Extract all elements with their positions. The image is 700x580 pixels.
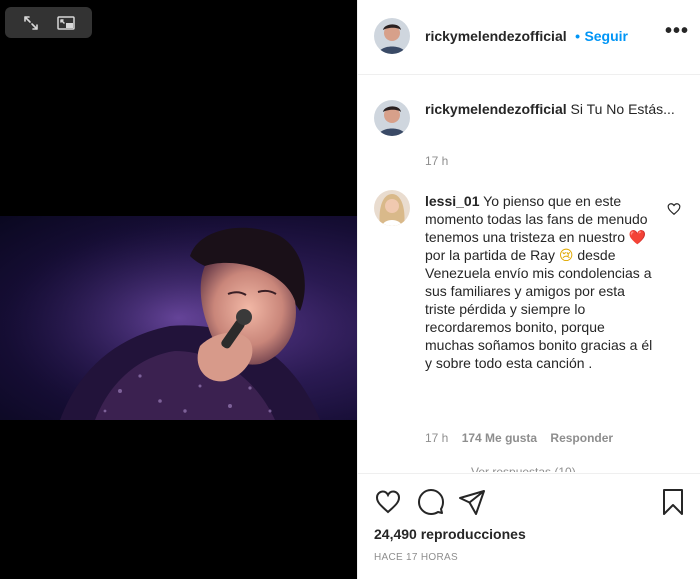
view-count[interactable]: 24,490 reproducciones xyxy=(374,526,526,542)
red-heart-emoji: ❤️ xyxy=(628,229,647,245)
post-header: rickymelendezofficial • Seguir ••• xyxy=(358,0,700,75)
sad-face-emoji: 😢 xyxy=(558,247,574,263)
caption-text-block: rickymelendezofficial Si Tu No Estás... xyxy=(425,100,675,118)
bookmark-icon[interactable] xyxy=(659,488,687,516)
header-title-row: rickymelendezofficial • Seguir xyxy=(425,28,628,46)
comment-likes[interactable]: 174 Me gusta xyxy=(462,431,537,445)
instagram-post-viewer: rickymelendezofficial • Seguir ••• ricky… xyxy=(0,0,700,579)
caption-author[interactable]: rickymelendezofficial xyxy=(425,101,567,117)
caption-avatar[interactable] xyxy=(374,100,410,136)
picture-in-picture-icon[interactable] xyxy=(56,13,76,33)
caption-timestamp[interactable]: 17 h xyxy=(425,154,448,168)
video-controls xyxy=(5,7,92,38)
comment-text-part3: desde Venezuela envío mis condolencias a… xyxy=(425,247,653,371)
post-side-panel: rickymelendezofficial • Seguir ••• ricky… xyxy=(357,0,700,579)
fullscreen-icon[interactable] xyxy=(21,13,41,33)
comment-meta: 17 h 174 Me gusta Responder xyxy=(425,431,613,445)
comment-text-block: lessi_01 Yo pienso que en este momento t… xyxy=(425,192,657,372)
view-replies-link[interactable]: Ver respuestas (10) xyxy=(471,464,576,472)
comment-text-part2: por la partida de Ray xyxy=(425,247,555,263)
comment-like-heart-icon[interactable] xyxy=(667,202,681,216)
video-frame xyxy=(0,216,357,420)
follow-separator: • xyxy=(575,28,580,44)
comment-icon[interactable] xyxy=(417,488,445,516)
commenter-username[interactable]: lessi_01 xyxy=(425,193,480,209)
more-options-icon[interactable]: ••• xyxy=(665,21,689,46)
caption-text: Si Tu No Estás... xyxy=(570,101,675,117)
comment-timestamp[interactable]: 17 h xyxy=(425,431,448,445)
commenter-avatar[interactable] xyxy=(374,190,410,226)
follow-button[interactable]: Seguir xyxy=(584,28,628,44)
post-actions: 24,490 reproducciones HACE 17 HORAS xyxy=(358,473,700,580)
post-time-ago[interactable]: HACE 17 HORAS xyxy=(374,552,458,563)
video-still-image xyxy=(0,216,357,420)
author-avatar[interactable] xyxy=(374,18,410,54)
like-heart-icon[interactable] xyxy=(374,488,402,516)
reply-button[interactable]: Responder xyxy=(550,431,613,445)
author-username[interactable]: rickymelendezofficial xyxy=(425,28,567,44)
share-icon[interactable] xyxy=(458,488,486,516)
video-pane[interactable] xyxy=(0,0,357,579)
